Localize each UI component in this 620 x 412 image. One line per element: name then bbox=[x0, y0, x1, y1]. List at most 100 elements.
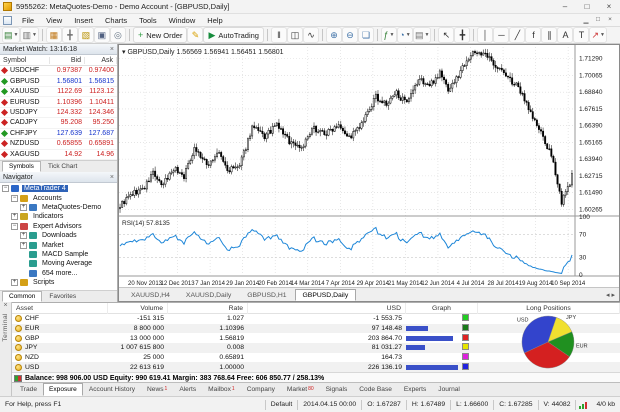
tree-item-654-more-[interactable]: 654 more... bbox=[0, 269, 117, 278]
status-traffic[interactable]: 4/0 kb bbox=[591, 401, 620, 408]
profiles-icon[interactable]: ▥▼ bbox=[21, 28, 37, 42]
horizontal-line-icon[interactable]: ─ bbox=[494, 28, 508, 42]
column-usd[interactable]: USD bbox=[248, 303, 406, 314]
new-chart-icon[interactable]: ▤▼ bbox=[3, 28, 19, 42]
terminal-tab-market[interactable]: Market80 bbox=[281, 383, 320, 396]
tree-item-market[interactable]: +Market bbox=[0, 240, 117, 249]
status-profile[interactable]: Default bbox=[266, 401, 298, 408]
terminal-tab-signals[interactable]: Signals bbox=[320, 383, 354, 396]
text-icon[interactable]: A bbox=[558, 28, 572, 42]
equidistant-channel-icon[interactable]: ∥ bbox=[542, 28, 556, 42]
tree-item-moving-average[interactable]: Moving Average bbox=[0, 259, 117, 268]
metaeditor-icon[interactable]: ✎ bbox=[188, 28, 202, 42]
market-watch-row[interactable]: CADJPY95.20895.250 bbox=[0, 118, 117, 128]
column-ask[interactable]: Ask bbox=[85, 57, 117, 64]
terminal-tab-account-history[interactable]: Account History bbox=[83, 383, 141, 396]
terminal-tab-journal[interactable]: Journal bbox=[432, 383, 466, 396]
fibonacci-icon[interactable]: f bbox=[526, 28, 540, 42]
crosshair-icon[interactable]: ╋ bbox=[455, 28, 469, 42]
tile-windows-icon[interactable]: ❏ bbox=[359, 28, 373, 42]
vertical-line-icon[interactable]: │ bbox=[478, 28, 492, 42]
price-chart[interactable]: 1.712901.700651.688401.676151.663901.651… bbox=[119, 45, 619, 287]
chart-tab-gbpusd-daily[interactable]: GBPUSD,Daily bbox=[295, 289, 357, 301]
templates-icon[interactable]: ▤▼ bbox=[414, 28, 430, 42]
tree-item-scripts[interactable]: +Scripts bbox=[0, 278, 117, 287]
market-watch-row[interactable]: EURUSD1.103961.10411 bbox=[0, 97, 117, 107]
tree-item-metaquotes-demo[interactable]: +MetaQuotes-Demo bbox=[0, 203, 117, 212]
strategy-tester-icon[interactable]: ◎ bbox=[111, 28, 125, 42]
mdi-close-button[interactable]: × bbox=[604, 16, 616, 24]
market-watch-row[interactable]: NZDUSD0.658550.65891 bbox=[0, 139, 117, 149]
tab-favorites[interactable]: Favorites bbox=[42, 291, 83, 302]
column-rate[interactable]: Rate bbox=[168, 303, 248, 314]
chart-window[interactable]: 1.712901.700651.688401.676151.663901.651… bbox=[118, 44, 620, 302]
tab-common[interactable]: Common bbox=[2, 291, 42, 302]
terminal-tab-alerts[interactable]: Alerts bbox=[173, 383, 202, 396]
expand-icon[interactable]: + bbox=[20, 232, 27, 239]
trendline-icon[interactable]: ╱ bbox=[510, 28, 524, 42]
navigator-icon[interactable]: ▧ bbox=[79, 28, 93, 42]
expand-icon[interactable]: + bbox=[20, 204, 27, 211]
expand-icon[interactable]: + bbox=[20, 242, 27, 249]
tree-item-macd-sample[interactable]: MACD Sample bbox=[0, 250, 117, 259]
menu-view[interactable]: View bbox=[40, 14, 68, 27]
navigator-close-icon[interactable]: × bbox=[110, 174, 114, 181]
collapse-icon[interactable]: − bbox=[11, 195, 18, 202]
chart-tab-gbpusd-h1[interactable]: GBPUSD,H1 bbox=[239, 289, 294, 301]
tree-item-metatrader-4[interactable]: −MetaTrader 4 bbox=[0, 184, 117, 193]
chart-ohlc-label[interactable]: ▾ GBPUSD,Daily 1.56569 1.56941 1.56451 1… bbox=[122, 49, 284, 56]
zoom-out-icon[interactable]: ⊖ bbox=[343, 28, 357, 42]
column-volume[interactable]: Volume bbox=[108, 303, 168, 314]
terminal-tab-trade[interactable]: Trade bbox=[14, 383, 43, 396]
tab-symbols[interactable]: Symbols bbox=[2, 161, 41, 172]
market-watch-row[interactable]: XAGUSD14.9214.96 bbox=[0, 150, 117, 160]
chart-tab-xauusd-h4[interactable]: XAUUSD,H4 bbox=[123, 289, 178, 301]
expand-icon[interactable]: + bbox=[11, 213, 18, 220]
mdi-minimize-button[interactable]: ▁ bbox=[580, 16, 592, 24]
menu-tools[interactable]: Tools bbox=[133, 14, 163, 27]
market-watch-row[interactable]: XAUUSD1122.691123.12 bbox=[0, 87, 117, 97]
menu-help[interactable]: Help bbox=[201, 14, 228, 27]
data-window-icon[interactable]: ╋ bbox=[63, 28, 77, 42]
market-watch-row[interactable]: GBPUSD1.568011.56815 bbox=[0, 76, 117, 86]
chart-document-icon[interactable] bbox=[3, 16, 12, 25]
collapse-icon[interactable]: − bbox=[11, 223, 18, 230]
terminal-close-icon[interactable]: × bbox=[3, 302, 7, 311]
indicators-icon[interactable]: ƒ▼ bbox=[382, 28, 396, 42]
market-watch-row[interactable]: USDJPY124.332124.346 bbox=[0, 108, 117, 118]
tab-tick-chart[interactable]: Tick Chart bbox=[41, 161, 84, 172]
column-bid[interactable]: Bid bbox=[50, 57, 85, 64]
terminal-icon[interactable]: ▣ bbox=[95, 28, 109, 42]
market-watch-row[interactable]: USDCHF0.973870.97400 bbox=[0, 66, 117, 76]
menu-window[interactable]: Window bbox=[163, 14, 202, 27]
tree-item-indicators[interactable]: +Indicators bbox=[0, 212, 117, 221]
market-watch-close-icon[interactable]: × bbox=[110, 46, 114, 53]
chart-tab-scroll-arrows[interactable]: ◂ ▸ bbox=[606, 291, 619, 301]
minimize-button[interactable]: – bbox=[554, 0, 576, 14]
collapse-icon[interactable]: − bbox=[2, 185, 9, 192]
candlestick-chart-icon[interactable]: ◫ bbox=[288, 28, 302, 42]
bar-chart-icon[interactable]: ‖ bbox=[272, 28, 286, 42]
column-symbol[interactable]: Symbol bbox=[0, 57, 50, 64]
expand-icon[interactable]: + bbox=[11, 279, 18, 286]
new-order-button[interactable]: +New Order bbox=[134, 28, 187, 42]
market-watch-row[interactable]: CHFJPY127.639127.687 bbox=[0, 129, 117, 139]
connection-status-icon[interactable] bbox=[576, 401, 591, 409]
tree-item-accounts[interactable]: −Accounts bbox=[0, 193, 117, 202]
menu-charts[interactable]: Charts bbox=[99, 14, 133, 27]
tree-item-expert-advisors[interactable]: −Expert Advisors bbox=[0, 222, 117, 231]
menu-insert[interactable]: Insert bbox=[68, 14, 99, 27]
cursor-icon[interactable]: ↖ bbox=[439, 28, 453, 42]
terminal-tab-exposure[interactable]: Exposure bbox=[43, 383, 83, 396]
autotrading-button[interactable]: ▶AutoTrading bbox=[204, 28, 263, 42]
terminal-tab-code-base[interactable]: Code Base bbox=[353, 383, 398, 396]
terminal-tab-news[interactable]: News1 bbox=[141, 383, 173, 396]
zoom-in-icon[interactable]: ⊕ bbox=[327, 28, 341, 42]
mdi-restore-button[interactable]: □ bbox=[592, 16, 604, 24]
maximize-button[interactable]: □ bbox=[576, 0, 598, 14]
close-button[interactable]: × bbox=[598, 0, 620, 14]
periods-icon[interactable]: ◔▼ bbox=[398, 28, 412, 42]
column-graph[interactable]: Graph bbox=[406, 303, 478, 314]
column-asset[interactable]: Asset bbox=[12, 303, 108, 314]
terminal-tab-company[interactable]: Company bbox=[241, 383, 281, 396]
